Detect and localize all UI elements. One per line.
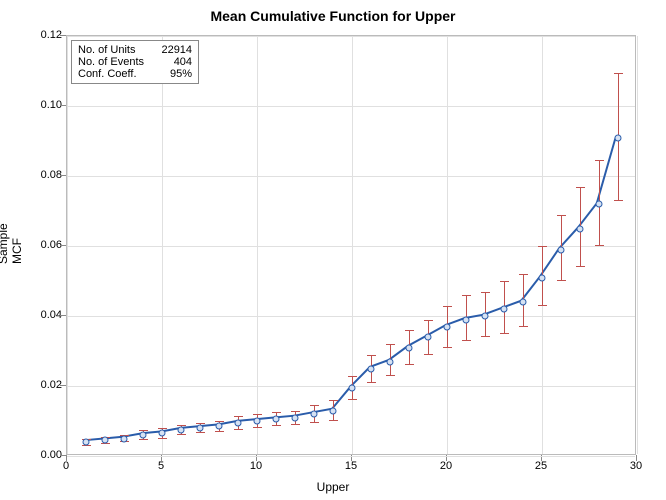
gridline-h <box>67 456 635 457</box>
chart-container: Mean Cumulative Function for Upper Sampl… <box>0 0 666 500</box>
x-tick-label: 15 <box>336 460 366 472</box>
y-tick-label: 0.08 <box>22 169 62 181</box>
info-events-value: 404 <box>152 56 192 68</box>
y-tick-label: 0.10 <box>22 99 62 111</box>
data-marker <box>463 316 470 323</box>
data-marker <box>330 407 337 414</box>
data-marker <box>349 384 356 391</box>
x-tick-label: 20 <box>431 460 461 472</box>
info-units-value: 22914 <box>152 44 192 56</box>
data-marker <box>216 423 223 430</box>
data-marker <box>615 134 622 141</box>
data-marker <box>273 416 280 423</box>
info-box: No. of Units 22914 No. of Events 404 Con… <box>71 40 199 84</box>
data-marker <box>558 246 565 253</box>
chart-title: Mean Cumulative Function for Upper <box>0 8 666 24</box>
x-tick-label: 5 <box>146 460 176 472</box>
data-marker <box>83 439 90 446</box>
info-conf-value: 95% <box>152 68 192 80</box>
gridline-v <box>637 36 638 454</box>
data-marker <box>539 274 546 281</box>
data-marker <box>121 435 128 442</box>
data-marker <box>368 365 375 372</box>
info-row-units: No. of Units 22914 <box>78 44 192 56</box>
y-axis-label: Sample MCF <box>0 244 24 264</box>
data-marker <box>102 437 109 444</box>
data-marker <box>501 306 508 313</box>
x-tick-label: 25 <box>526 460 556 472</box>
info-conf-label: Conf. Coeff. <box>78 68 137 80</box>
data-marker <box>311 411 318 418</box>
info-events-label: No. of Events <box>78 56 144 68</box>
data-marker <box>140 432 147 439</box>
data-marker <box>577 225 584 232</box>
data-marker <box>596 201 603 208</box>
plot-area: No. of Units 22914 No. of Events 404 Con… <box>66 35 636 455</box>
data-marker <box>178 426 185 433</box>
data-marker <box>482 313 489 320</box>
data-marker <box>406 344 413 351</box>
info-row-conf: Conf. Coeff. 95% <box>78 68 192 80</box>
line-series <box>67 36 635 454</box>
data-marker <box>520 299 527 306</box>
data-marker <box>425 334 432 341</box>
y-tick-label: 0.12 <box>22 29 62 41</box>
data-marker <box>444 323 451 330</box>
x-tick-label: 30 <box>621 460 651 472</box>
data-marker <box>197 425 204 432</box>
x-tick-label: 10 <box>241 460 271 472</box>
info-units-label: No. of Units <box>78 44 135 56</box>
data-marker <box>159 430 166 437</box>
y-tick-label: 0.04 <box>22 309 62 321</box>
data-marker <box>387 358 394 365</box>
info-row-events: No. of Events 404 <box>78 56 192 68</box>
data-marker <box>235 419 242 426</box>
data-marker <box>254 418 261 425</box>
y-tick-label: 0.02 <box>22 379 62 391</box>
x-axis-label: Upper <box>0 480 666 494</box>
data-marker <box>292 414 299 421</box>
x-tick-label: 0 <box>51 460 81 472</box>
y-tick-label: 0.06 <box>22 239 62 251</box>
